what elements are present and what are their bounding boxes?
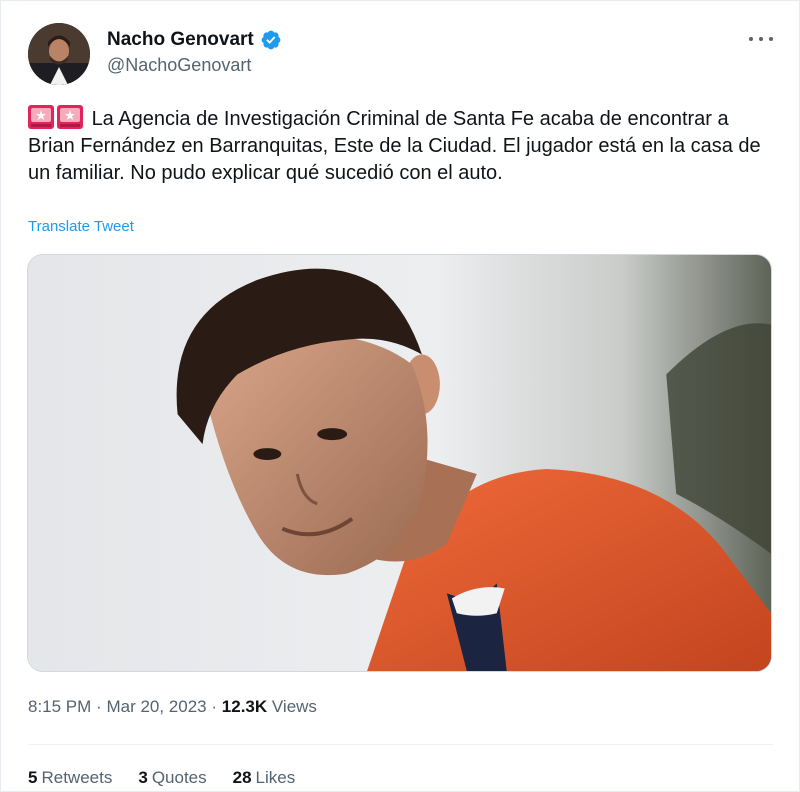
police-light-icon — [28, 105, 54, 129]
tweet-time[interactable]: 8:15 PM — [28, 697, 91, 716]
views-count: 12.3K — [221, 697, 268, 716]
verified-badge-icon — [261, 30, 281, 50]
tweet-meta: 8:15 PM · Mar 20, 2023 · 12.3K Views — [28, 697, 317, 717]
retweets-stat[interactable]: 5 Retweets — [28, 768, 112, 788]
tweet-date[interactable]: Mar 20, 2023 — [106, 697, 206, 716]
tweet-stats: 5 Retweets 3 Quotes 28 Likes — [28, 768, 295, 788]
author-name-row: Nacho Genovart — [107, 29, 282, 51]
tweet-body: La Agencia de Investigación Criminal de … — [28, 108, 761, 184]
author-avatar[interactable] — [28, 23, 90, 85]
author-display-name[interactable]: Nacho Genovart — [107, 29, 254, 51]
views-label: Views — [271, 697, 317, 716]
divider — [28, 744, 773, 745]
tweet-photo[interactable] — [27, 254, 772, 672]
tweet-text: La Agencia de Investigación Criminal de … — [28, 105, 773, 187]
more-options-icon[interactable] — [749, 31, 773, 47]
meta-separator: · — [96, 697, 102, 716]
police-light-icon — [57, 105, 83, 129]
meta-separator: · — [211, 697, 218, 716]
author-handle[interactable]: @NachoGenovart — [107, 55, 251, 76]
quotes-stat[interactable]: 3 Quotes — [138, 768, 206, 788]
translate-tweet-link[interactable]: Translate Tweet — [28, 218, 134, 235]
tweet-card: Nacho Genovart @NachoGenovart La Agencia… — [0, 0, 800, 792]
likes-stat[interactable]: 28 Likes — [233, 768, 296, 788]
